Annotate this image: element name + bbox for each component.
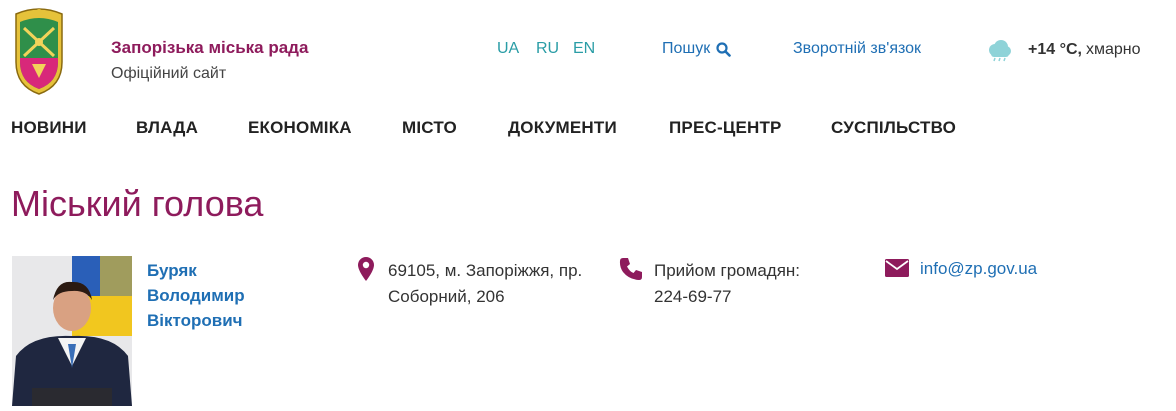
site-title[interactable]: Запорізька міська рада: [111, 38, 308, 58]
lang-ru-link[interactable]: RU: [536, 40, 559, 58]
search-label: Пошук: [662, 40, 711, 57]
feedback-link[interactable]: Зворотній зв'язок: [793, 40, 921, 58]
cloud-icon: [989, 40, 1011, 62]
weather-temp: +14 °C,: [1028, 41, 1082, 58]
site-subtitle: Офіційний сайт: [111, 65, 227, 82]
reception-number: 224-69-77: [654, 287, 732, 306]
nav-item-society[interactable]: СУСПІЛЬСТВО: [831, 118, 956, 138]
address-text: 69105, м. Запоріжжя, пр. Соборний, 206: [388, 258, 618, 310]
nav-item-press-center[interactable]: ПРЕС-ЦЕНТР: [669, 118, 782, 138]
email-link[interactable]: info@zp.gov.ua: [920, 258, 1037, 280]
mayor-surname: Буряк: [147, 261, 197, 280]
city-coat-of-arms-logo[interactable]: [10, 8, 68, 98]
nav-item-government[interactable]: ВЛАДА: [136, 118, 198, 138]
mayor-photo: [12, 256, 132, 406]
mayor-name-link[interactable]: Буряк Володимир Вікторович: [147, 258, 297, 333]
reception-label: Прийом громадян:: [654, 261, 801, 280]
site-header: Запорізька міська рада Офіційний сайт UA…: [0, 0, 1176, 110]
phone-icon: [619, 258, 642, 280]
main-nav: НОВИНИ ВЛАДА ЕКОНОМІКА МІСТО ДОКУМЕНТИ П…: [0, 118, 1176, 146]
search-icon: [716, 41, 732, 57]
search-button[interactable]: Пошук: [662, 40, 732, 58]
address-line-2: Соборний, 206: [388, 287, 505, 306]
address-line-1: 69105, м. Запоріжжя, пр.: [388, 261, 583, 280]
weather-widget: +14 °C, хмарно: [986, 38, 1141, 62]
mayor-first-name: Володимир: [147, 286, 245, 305]
map-pin-icon: [358, 257, 374, 281]
envelope-icon: [885, 259, 909, 277]
nav-item-documents[interactable]: ДОКУМЕНТИ: [508, 118, 617, 138]
lang-ua-link[interactable]: UA: [497, 40, 519, 58]
page-title: Міський голова: [11, 183, 264, 224]
reception-phone: Прийом громадян: 224-69-77: [654, 258, 854, 310]
nav-item-city[interactable]: МІСТО: [402, 118, 457, 138]
weather-condition: хмарно: [1085, 41, 1141, 58]
nav-item-economy[interactable]: ЕКОНОМІКА: [248, 118, 352, 138]
mayor-patronymic: Вікторович: [147, 311, 243, 330]
nav-item-news[interactable]: НОВИНИ: [11, 118, 87, 138]
lang-en-link[interactable]: EN: [573, 40, 595, 58]
